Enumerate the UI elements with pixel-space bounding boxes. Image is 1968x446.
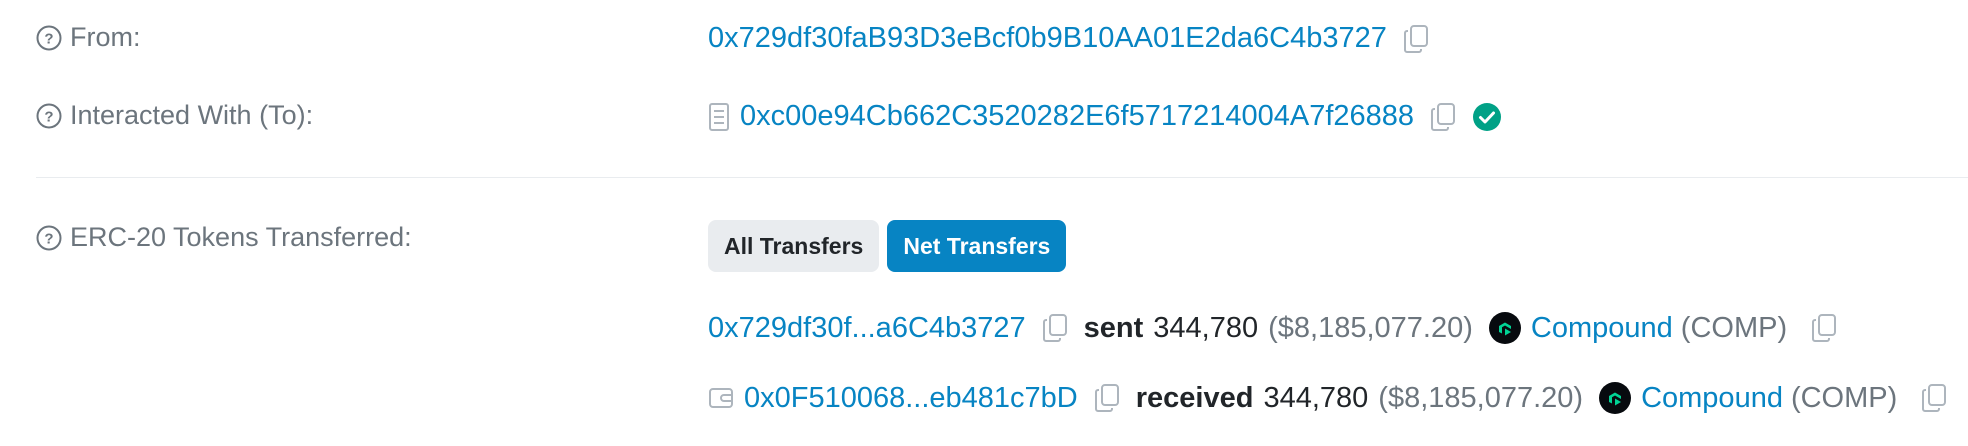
transfer-row: 0x0F510068...eb481c7bD received 344,780 … — [708, 376, 1947, 420]
transfer-row: 0x729df30f...a6C4b3727 sent 344,780 ($8,… — [708, 306, 1837, 350]
transfer-amount: 344,780 — [1153, 311, 1259, 344]
interacted-with-value: 0xc00e94Cb662C3520282E6f5717214004A7f268… — [708, 100, 1502, 133]
transfer-tabs: All Transfers Net Transfers — [708, 220, 1067, 272]
question-circle-icon[interactable]: ? — [36, 25, 62, 51]
token-name-link[interactable]: Compound — [1531, 312, 1673, 345]
transfer-to-address-link[interactable]: 0x0F510068...eb481c7bD — [744, 382, 1078, 415]
from-address-link[interactable]: 0x729df30faB93D3eBcf0b9B10AA01E2da6C4b37… — [708, 22, 1387, 55]
svg-text:?: ? — [44, 108, 53, 125]
verified-check-icon — [1473, 102, 1502, 131]
from-value: 0x729df30faB93D3eBcf0b9B10AA01E2da6C4b37… — [708, 22, 1429, 55]
transaction-details: ? From: 0x729df30faB93D3eBcf0b9B10AA01E2… — [0, 0, 1968, 446]
token-symbol: (COMP) — [1680, 311, 1788, 344]
tab-all-transfers[interactable]: All Transfers — [708, 220, 880, 272]
question-circle-icon[interactable]: ? — [36, 103, 62, 129]
copy-icon[interactable] — [1094, 383, 1120, 413]
svg-text:?: ? — [44, 30, 53, 47]
svg-text:?: ? — [44, 230, 53, 247]
interacted-label-group: ? Interacted With (To): — [36, 100, 313, 131]
erc20-label-group: ? ERC-20 Tokens Transferred: — [36, 222, 412, 253]
copy-icon[interactable] — [1430, 102, 1456, 132]
erc20-label: ERC-20 Tokens Transferred: — [70, 222, 412, 252]
interacted-with-label: Interacted With (To): — [70, 100, 314, 130]
transfer-amount: 344,780 — [1263, 381, 1369, 414]
from-row: ? From: 0x729df30faB93D3eBcf0b9B10AA01E2… — [0, 20, 1968, 64]
transfer-action: received — [1135, 381, 1254, 414]
interacted-with-row: ? Interacted With (To): 0xc00e94Cb662C35… — [0, 98, 1968, 142]
transfer-usd-value: ($8,185,077.20) — [1378, 381, 1584, 414]
compound-token-icon — [1488, 312, 1521, 344]
section-divider — [36, 177, 1968, 178]
interacted-with-address-link[interactable]: 0xc00e94Cb662C3520282E6f5717214004A7f268… — [740, 100, 1414, 133]
token-symbol: (COMP) — [1790, 381, 1898, 414]
transfer-usd-value: ($8,185,077.20) — [1268, 311, 1473, 344]
from-label: From: — [70, 22, 141, 52]
copy-icon[interactable] — [1921, 383, 1947, 413]
tab-net-transfers[interactable]: Net Transfers — [887, 220, 1067, 272]
compound-token-icon — [1599, 382, 1632, 414]
transfer-from-address-link[interactable]: 0x729df30f...a6C4b3727 — [708, 312, 1026, 345]
transfer-action: sent — [1083, 311, 1144, 344]
copy-icon[interactable] — [1403, 24, 1429, 54]
wallet-icon — [709, 388, 733, 408]
token-name-link[interactable]: Compound — [1641, 382, 1783, 415]
contract-doc-icon — [709, 102, 729, 131]
from-label-group: ? From: — [36, 22, 141, 53]
question-circle-icon[interactable]: ? — [36, 225, 62, 251]
copy-icon[interactable] — [1042, 313, 1068, 343]
copy-icon[interactable] — [1811, 313, 1837, 343]
